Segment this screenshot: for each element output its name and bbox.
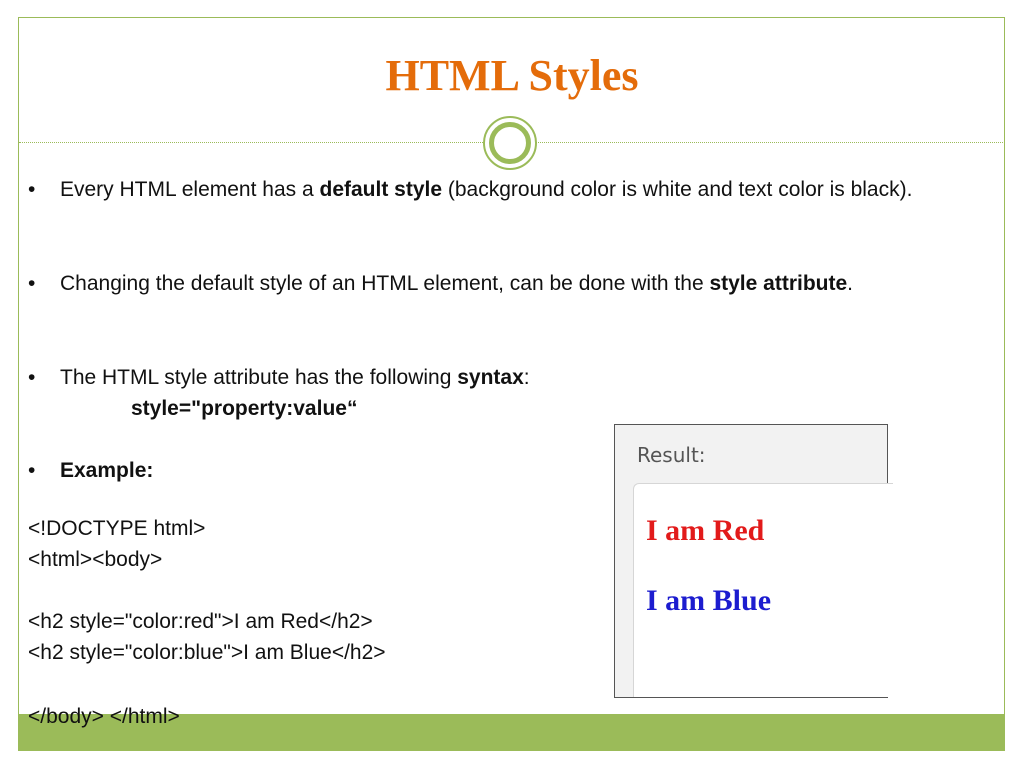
code-line-h2-red: <h2 style="color:red">I am Red</h2> bbox=[28, 610, 373, 633]
bullet-default-style: • Every HTML element has a default style … bbox=[28, 174, 960, 205]
bullet-text-pre: Every HTML element has a bbox=[60, 178, 320, 201]
result-label: Result: bbox=[637, 443, 706, 467]
bullet-syntax: • The HTML style attribute has the follow… bbox=[28, 362, 960, 393]
bullet-icon: • bbox=[28, 178, 36, 201]
code-line-h2-blue: <h2 style="color:blue">I am Blue</h2> bbox=[28, 641, 386, 664]
bullet-text-post: : bbox=[523, 366, 530, 389]
bullet-icon: • bbox=[28, 366, 36, 389]
bullet-text-bold: syntax bbox=[457, 366, 524, 389]
result-red-heading: I am Red bbox=[646, 514, 765, 547]
syntax-example: style="property:value“ bbox=[131, 397, 358, 420]
bullet-text-pre: Changing the default style of an HTML el… bbox=[60, 272, 710, 295]
bullet-style-attribute: • Changing the default style of an HTML e… bbox=[28, 268, 960, 299]
bullet-text-bold: Example: bbox=[60, 459, 154, 482]
code-line-closing: </body> </html> bbox=[28, 705, 180, 728]
bullet-text-post: (background color is white and text colo… bbox=[442, 178, 913, 201]
bullet-text-pre: The HTML style attribute has the followi… bbox=[60, 366, 458, 389]
bullet-text-bold: default style bbox=[319, 178, 443, 201]
ring-ornament-inner bbox=[489, 122, 531, 164]
result-blue-heading: I am Blue bbox=[646, 584, 772, 617]
result-panel: Result: I am Red I am Blue bbox=[614, 424, 893, 698]
slide-title: HTML Styles bbox=[385, 51, 639, 100]
result-output-box: I am Red I am Blue bbox=[633, 483, 893, 697]
bullet-icon: • bbox=[28, 272, 36, 295]
bullet-text-post: . bbox=[847, 272, 853, 295]
bullet-icon: • bbox=[28, 459, 36, 482]
code-line-doctype: <!DOCTYPE html> bbox=[28, 517, 206, 540]
bullet-text-bold: style attribute bbox=[709, 272, 848, 295]
code-line-html-body: <html><body> bbox=[28, 548, 163, 571]
